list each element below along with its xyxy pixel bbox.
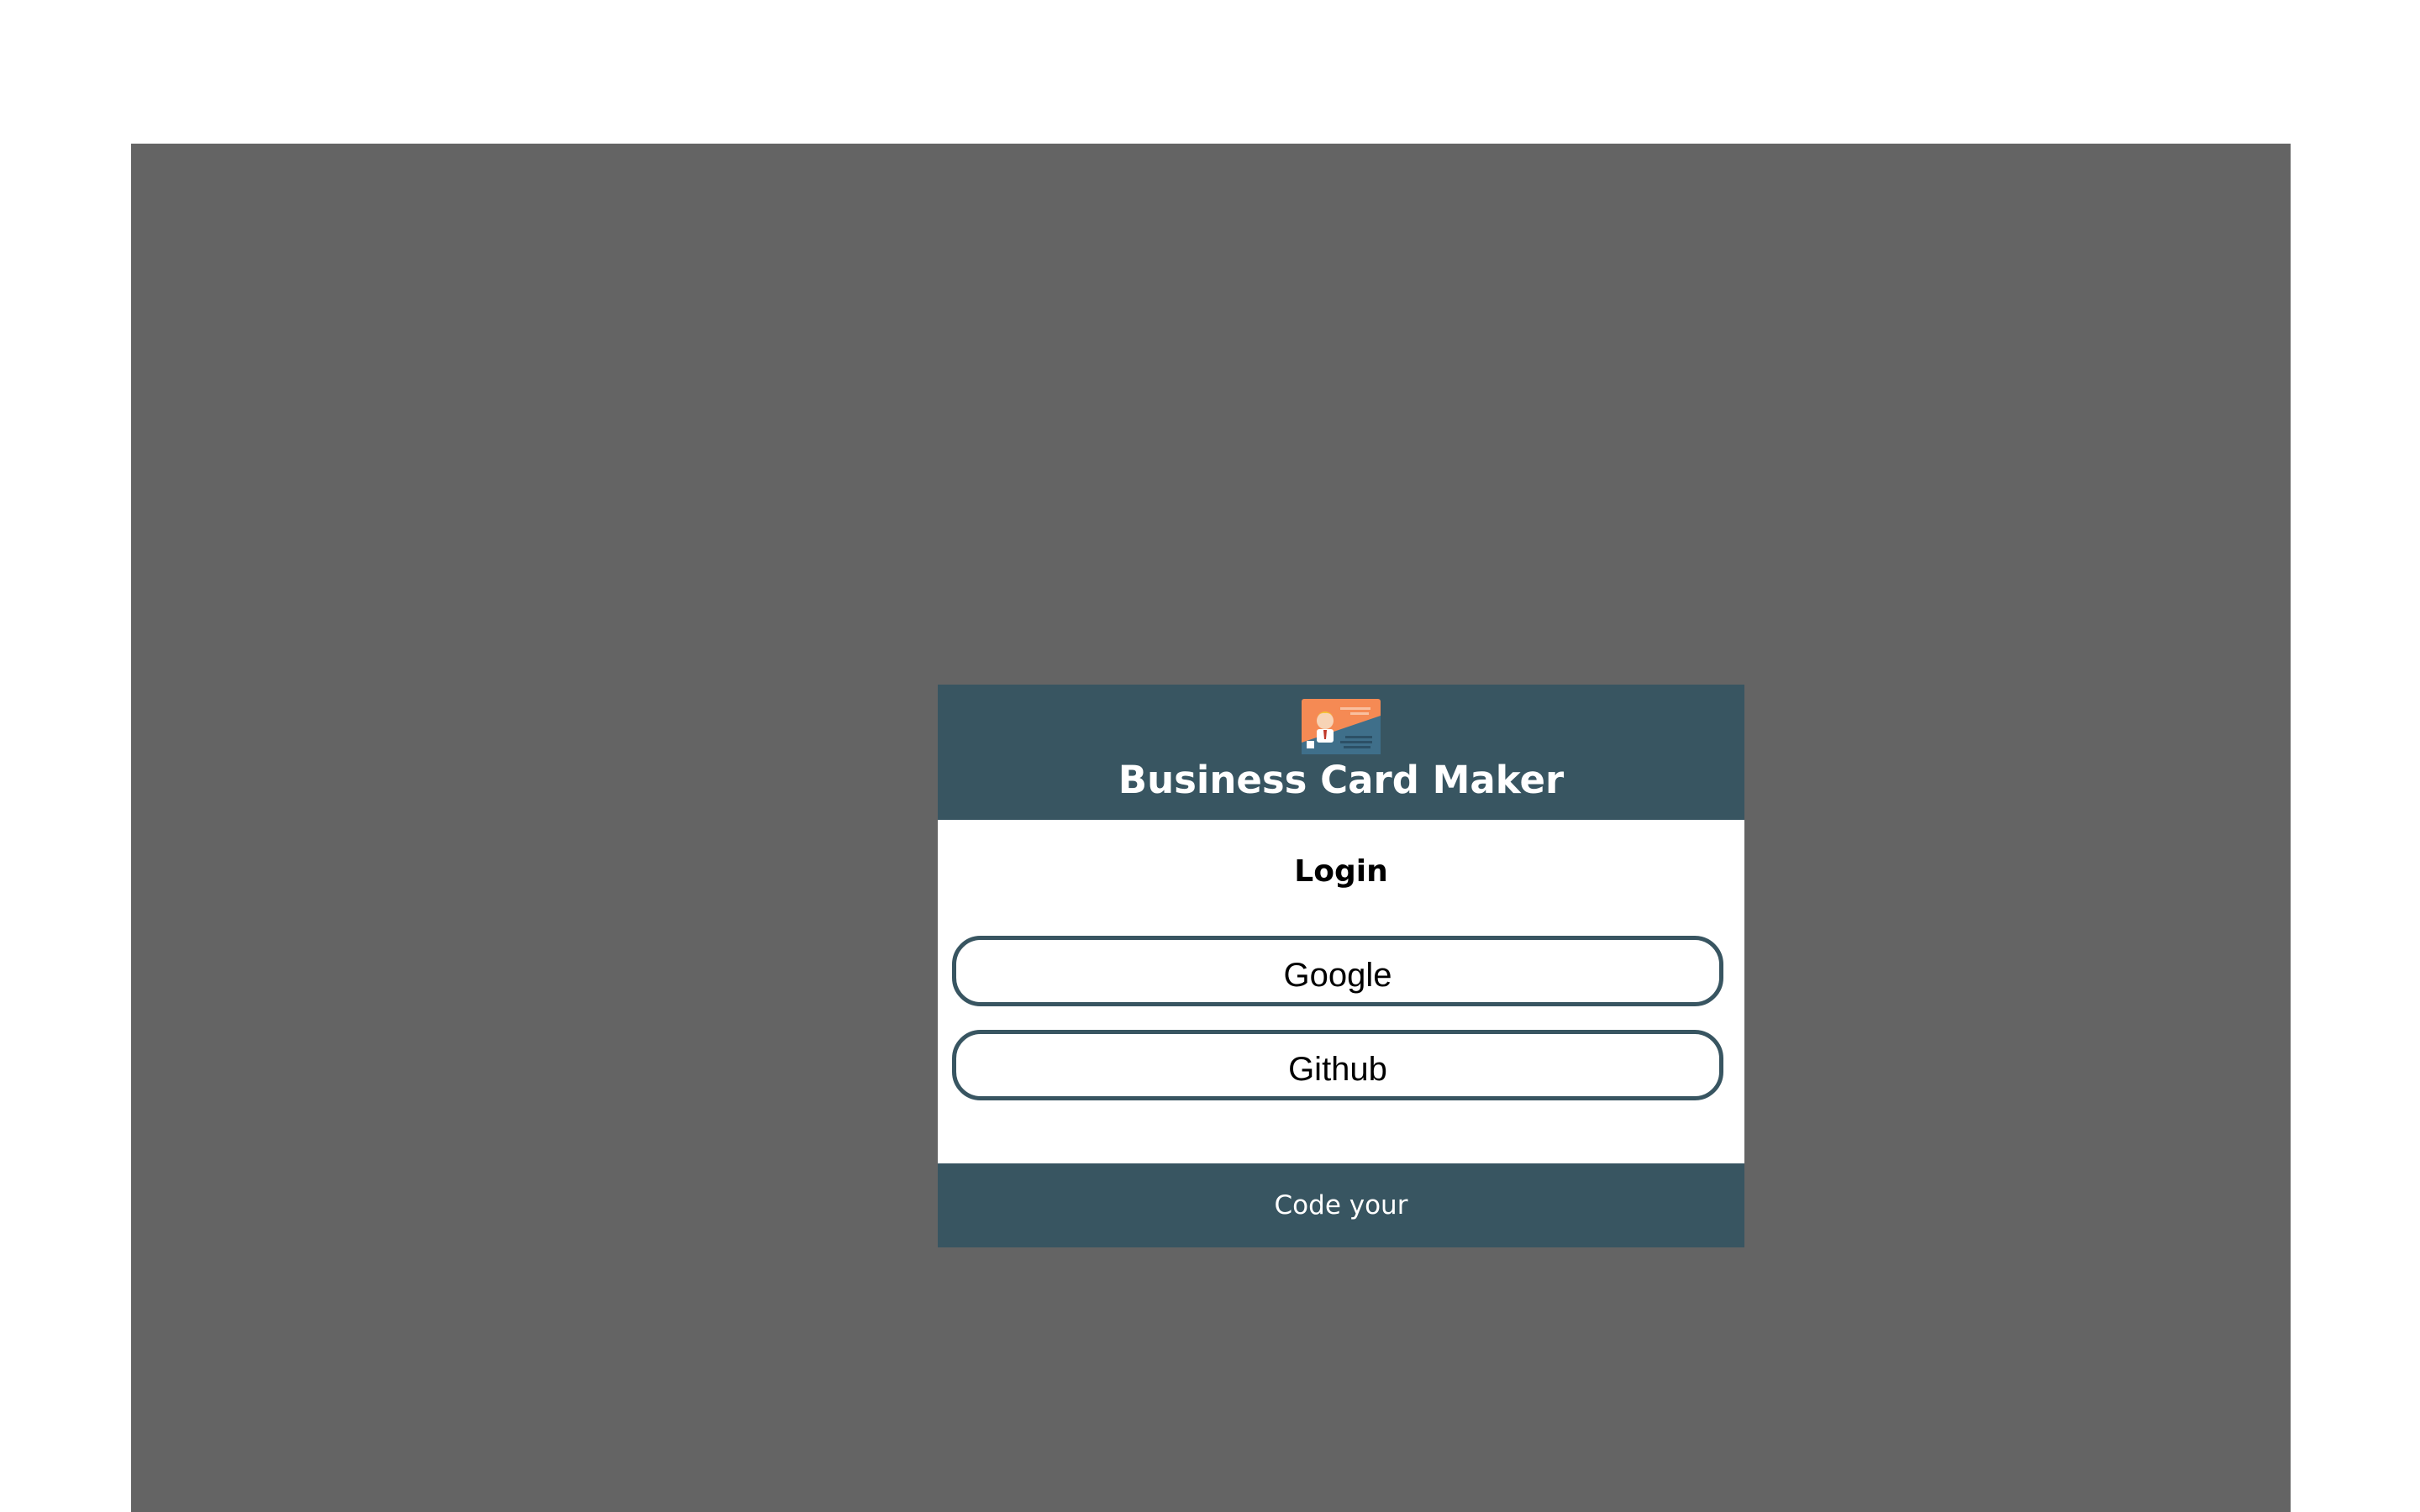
app-title: Business Card Maker (1118, 758, 1565, 802)
page-overlay-background: Business Card Maker Login Google Github … (131, 144, 2291, 1512)
github-login-button[interactable]: Github (952, 1030, 1723, 1100)
login-card: Business Card Maker Login Google Github … (938, 685, 1744, 1247)
business-card-logo-icon (1302, 699, 1381, 754)
footer-text: Code your (1274, 1190, 1408, 1221)
card-header: Business Card Maker (938, 685, 1744, 820)
login-heading: Login (1294, 854, 1388, 889)
card-footer: Code your (938, 1163, 1744, 1247)
google-login-button[interactable]: Google (952, 936, 1723, 1006)
